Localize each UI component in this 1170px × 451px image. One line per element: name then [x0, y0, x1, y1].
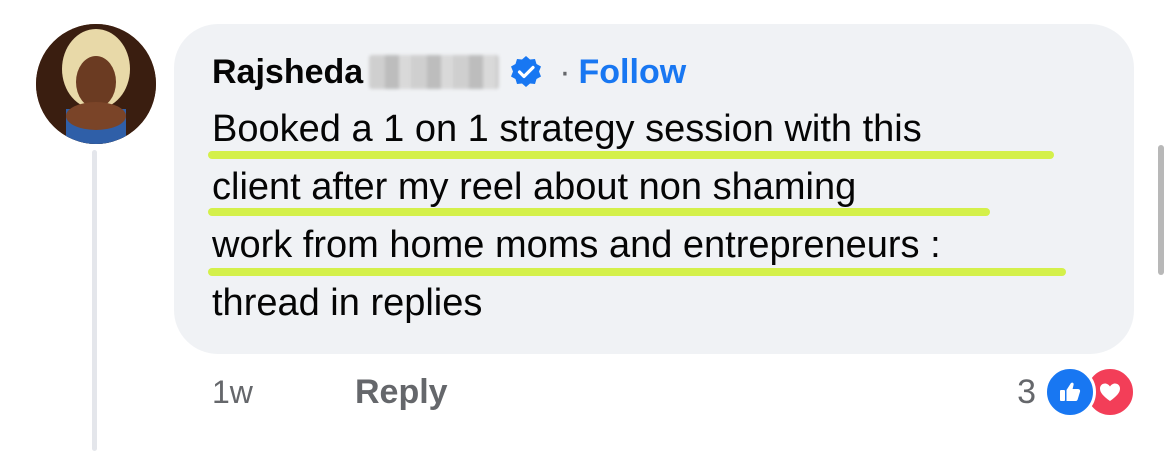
comment-meta: 1w Reply: [212, 368, 448, 416]
comment-line: work from home moms and entrepreneurs :: [212, 224, 941, 266]
highlight-underline: [208, 151, 1054, 159]
comment-text: Booked a 1 on 1 strategy session with th…: [212, 100, 1112, 332]
author-name[interactable]: Rajsheda: [212, 53, 363, 92]
like-reaction-icon: [1044, 366, 1096, 418]
highlight-underline: [208, 268, 1066, 276]
follow-button[interactable]: Follow: [579, 53, 687, 92]
verified-badge-icon: [509, 55, 543, 89]
avatar-image: [36, 24, 156, 144]
separator-dot: ·: [559, 52, 571, 91]
reactions-summary[interactable]: 3: [1017, 366, 1136, 418]
scrollbar[interactable]: [1158, 145, 1164, 275]
comment-line: thread in replies: [212, 282, 483, 324]
avatar[interactable]: [36, 24, 156, 144]
reply-button[interactable]: Reply: [355, 373, 448, 412]
comment-timestamp[interactable]: 1w: [212, 374, 355, 411]
highlight-underline: [208, 208, 990, 216]
thread-line: [92, 150, 97, 451]
blurred-surname: [369, 55, 500, 89]
reaction-count: 3: [1017, 372, 1036, 411]
comment-line: Booked a 1 on 1 strategy session with th…: [212, 108, 922, 150]
comment-header: Rajsheda · Follow: [212, 48, 686, 96]
